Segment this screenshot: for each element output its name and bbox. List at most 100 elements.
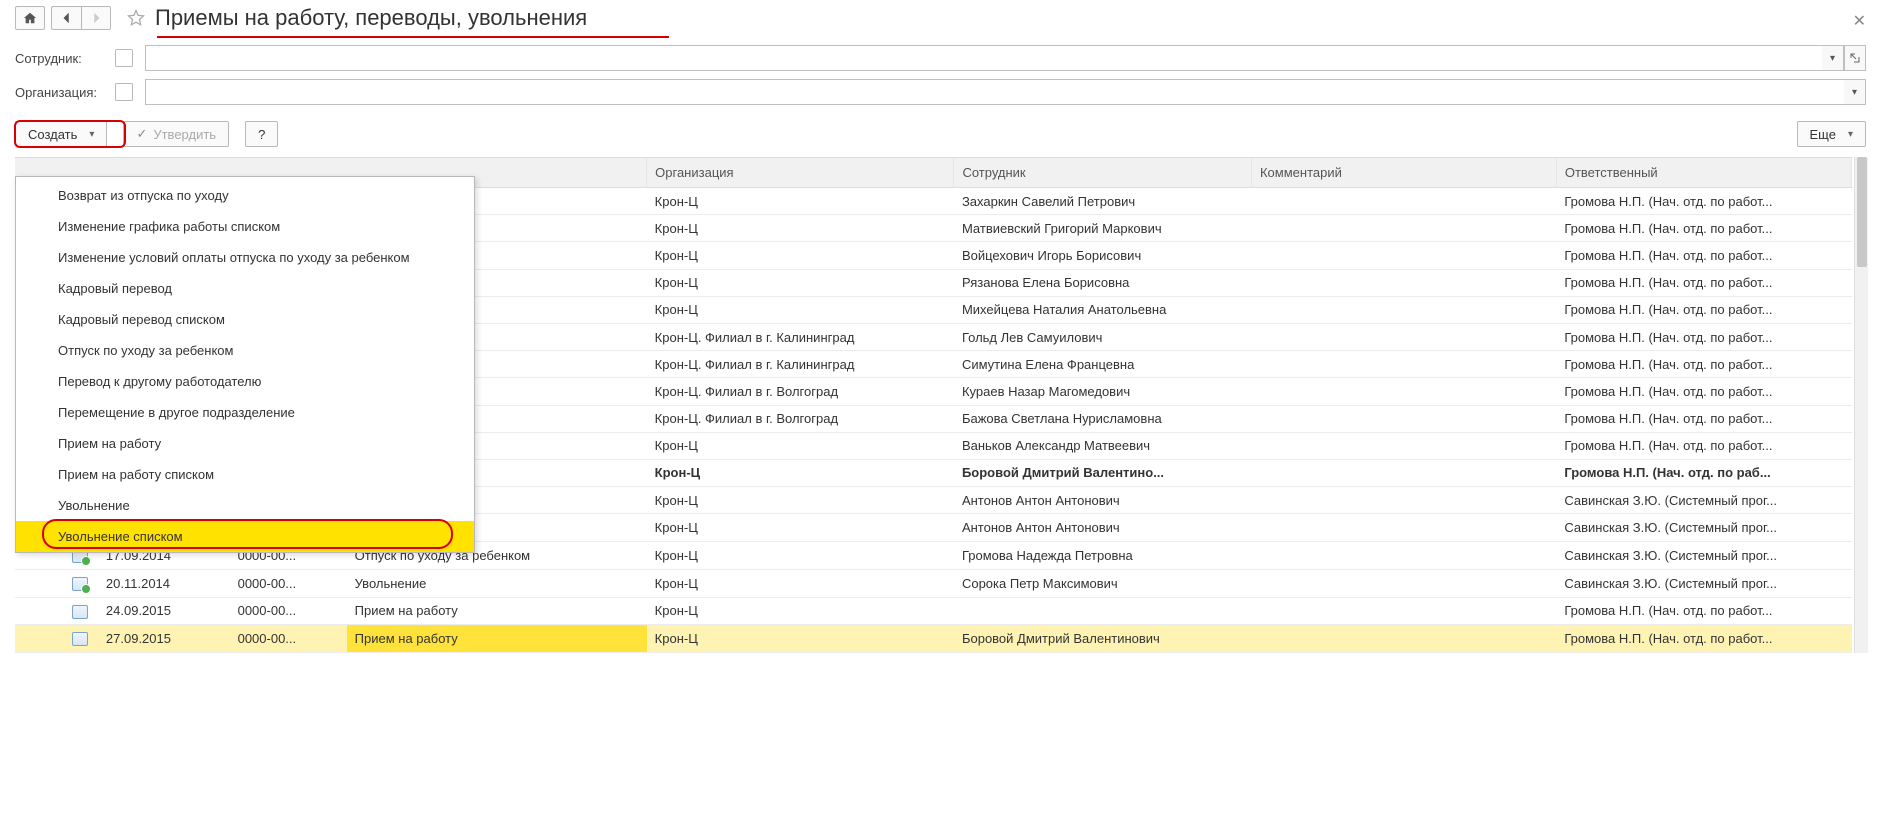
table-row[interactable]: 20.11.20140000-00...УвольнениеКрон-ЦСоро… [15,569,1852,597]
cell-resp: Громова Н.П. (Нач. отд. по работ... [1556,269,1851,296]
cell-comment [1251,432,1556,459]
filter-checkbox-organization[interactable] [115,83,133,101]
app-window: Приемы на работу, переводы, увольнения ✕… [0,0,1881,836]
cell-doc: Прием на работу [347,597,647,625]
cell-date: 27.09.2015 [98,625,230,653]
help-button[interactable]: ? [245,121,278,147]
more-button[interactable]: Еще ▾ [1797,121,1866,147]
cell-emp: Бажова Светлана Нурисламовна [954,405,1252,432]
menu-item[interactable]: Увольнение [16,490,474,521]
back-button[interactable] [51,6,81,30]
cell-org: Крон-Ц [647,597,954,625]
menu-item[interactable]: Кадровый перевод [16,273,474,304]
menu-item[interactable]: Перемещение в другое подразделение [16,397,474,428]
cell-org: Крон-Ц [647,242,954,269]
menu-item[interactable]: Прием на работу [16,428,474,459]
create-dropdown-menu: Возврат из отпуска по уходуИзменение гра… [15,176,475,553]
filter-label-organization: Организация: [15,85,115,100]
filter-input-organization[interactable] [145,79,1844,105]
menu-item[interactable]: Кадровый перевод списком [16,304,474,335]
cell-emp: Войцехович Игорь Борисович [954,242,1252,269]
menu-item[interactable]: Изменение графика работы списком [16,211,474,242]
cell-emp: Кураев Назар Магомедович [954,378,1252,405]
titlebar: Приемы на работу, переводы, увольнения ✕ [1,1,1880,39]
toolbar: Создать ▾ ✓ Утвердить ? Еще ▾ [1,115,1880,157]
title-underline-annotation [157,36,669,38]
cell-comment [1251,597,1556,625]
filter-row-employee: Сотрудник: ▾ [15,45,1866,71]
cell-resp: Громова Н.П. (Нач. отд. по работ... [1556,188,1851,215]
column-header-emp[interactable]: Сотрудник [954,158,1252,188]
cell-resp: Громова Н.П. (Нач. отд. по работ... [1556,432,1851,459]
menu-item[interactable]: Возврат из отпуска по уходу [16,180,474,211]
filter-checkbox-employee[interactable] [115,49,133,67]
filter-dropdown-employee[interactable]: ▾ [1822,45,1844,71]
filter-label-employee: Сотрудник: [15,51,115,66]
cell-emp: Антонов Антон Антонович [954,487,1252,514]
cell-org: Крон-Ц [647,188,954,215]
cell-resp: Громова Н.П. (Нач. отд. по работ... [1556,405,1851,432]
menu-item[interactable]: Перевод к другому работодателю [16,366,474,397]
document-icon [72,632,88,646]
favorite-button[interactable] [125,7,147,29]
filter-open-employee[interactable] [1844,45,1866,71]
help-button-label: ? [258,127,265,142]
menu-item[interactable]: Отпуск по уходу за ребенком [16,335,474,366]
cell-comment [1251,296,1556,323]
cell-comment [1251,625,1556,653]
cell-num: 0000-00... [230,625,347,653]
cell-resp: Громова Н.П. (Нач. отд. по раб... [1556,459,1851,486]
cell-resp: Громова Н.П. (Нач. отд. по работ... [1556,351,1851,378]
cell-org: Крон-Ц [647,542,954,570]
vertical-scrollbar[interactable] [1854,157,1868,653]
cell-comment [1251,487,1556,514]
cell-resp: Громова Н.П. (Нач. отд. по работ... [1556,215,1851,242]
column-header-resp[interactable]: Ответственный [1556,158,1851,188]
table-row[interactable]: 27.09.20150000-00...Прием на работуКрон-… [15,625,1852,653]
menu-item[interactable]: Прием на работу списком [16,459,474,490]
cell-comment [1251,542,1556,570]
cell-org: Крон-Ц [647,215,954,242]
star-icon [126,8,146,28]
filter-panel: Сотрудник: ▾ Организация: ▾ [1,39,1880,115]
filter-input-employee[interactable] [145,45,1822,71]
cell-emp: Боровой Дмитрий Валентино... [954,459,1252,486]
menu-item[interactable]: Увольнение списком [16,521,474,552]
create-button[interactable]: Создать ▾ [15,121,107,147]
filter-dropdown-organization[interactable]: ▾ [1844,79,1866,105]
approve-button[interactable]: ✓ Утвердить [123,121,229,147]
cell-resp: Громова Н.П. (Нач. отд. по работ... [1556,296,1851,323]
cell-comment [1251,323,1556,350]
arrow-left-icon [60,11,74,25]
cell-org: Крон-Ц [647,569,954,597]
cell-comment [1251,405,1556,432]
cell-org: Крон-Ц. Филиал в г. Волгоград [647,378,954,405]
scroll-thumb[interactable] [1857,157,1867,267]
page-title: Приемы на работу, переводы, увольнения [155,5,587,31]
forward-button[interactable] [81,6,111,30]
cell-resp: Громова Н.П. (Нач. отд. по работ... [1556,323,1851,350]
home-icon [23,11,37,25]
create-button-label: Создать [28,127,77,142]
close-button[interactable]: ✕ [1853,11,1866,31]
cell-org: Крон-Ц. Филиал в г. Калининград [647,323,954,350]
cell-resp: Громова Н.П. (Нач. отд. по работ... [1556,597,1851,625]
home-button[interactable] [15,6,45,30]
cell-comment [1251,351,1556,378]
cell-resp: Громова Н.П. (Нач. отд. по работ... [1556,242,1851,269]
column-header-org[interactable]: Организация [647,158,954,188]
cell-emp: Сорока Петр Максимович [954,569,1252,597]
cell-emp: Симутина Елена Францевна [954,351,1252,378]
cell-comment [1251,269,1556,296]
cell-emp: Антонов Антон Антонович [954,514,1252,542]
arrow-right-icon [89,11,103,25]
approve-button-label: Утвердить [153,127,216,142]
cell-emp: Ваньков Александр Матвеевич [954,432,1252,459]
column-header-comment[interactable]: Комментарий [1251,158,1556,188]
cell-org: Крон-Ц [647,269,954,296]
cell-comment [1251,378,1556,405]
table-row[interactable]: 24.09.20150000-00...Прием на работуКрон-… [15,597,1852,625]
cell-org: Крон-Ц [647,625,954,653]
menu-item[interactable]: Изменение условий оплаты отпуска по уход… [16,242,474,273]
cell-emp: Рязанова Елена Борисовна [954,269,1252,296]
